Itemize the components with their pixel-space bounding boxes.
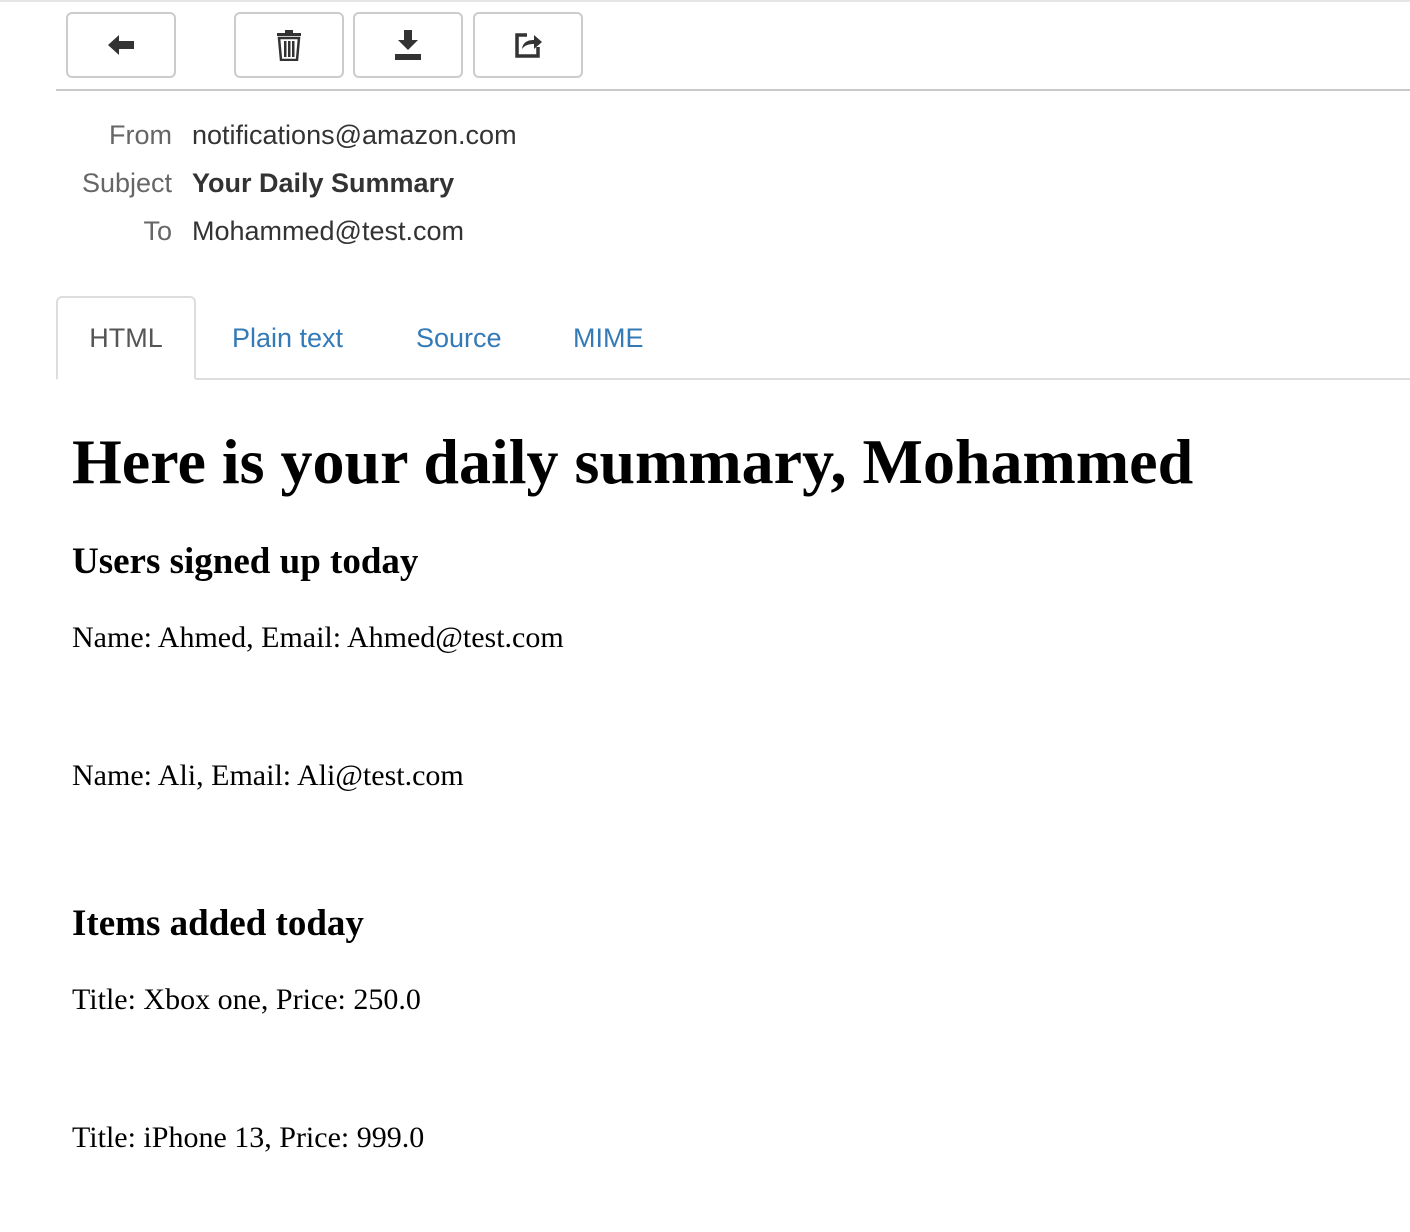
item-entry: Title: iPhone 13, Price: 999.0 <box>72 1121 425 1154</box>
user-entry: Name: Ali, Email: Ali@test.com <box>72 759 464 792</box>
forward-button[interactable] <box>473 12 583 78</box>
items-heading: Items added today <box>72 903 364 944</box>
message-body: Here is your daily summary, Mohammed Use… <box>72 412 1392 1154</box>
from-label: From <box>109 120 172 150</box>
subject-label: Subject <box>81 168 172 198</box>
from-value: notifications@amazon.com <box>192 120 517 150</box>
view-tabs: HTML Plain text Source MIME <box>0 296 1410 380</box>
users-heading: Users signed up today <box>72 541 419 582</box>
item-entry: Title: Xbox one, Price: 250.0 <box>72 983 421 1016</box>
tab-source[interactable]: Source <box>416 296 502 380</box>
tab-html[interactable]: HTML <box>56 296 196 380</box>
download-icon <box>395 30 421 60</box>
trash-icon <box>277 30 301 61</box>
download-button[interactable] <box>353 12 463 78</box>
user-entry: Name: Ahmed, Email: Ahmed@test.com <box>72 621 564 654</box>
subject-value: Your Daily Summary <box>192 168 455 198</box>
arrow-left-icon <box>108 35 134 55</box>
message-title: Here is your daily summary, Mohammed <box>72 426 1194 497</box>
tab-mime[interactable]: MIME <box>573 296 644 380</box>
toolbar-divider <box>56 89 1410 91</box>
message-toolbar <box>0 0 1410 92</box>
to-label: To <box>143 216 172 246</box>
delete-button[interactable] <box>234 12 344 78</box>
tab-plain-text[interactable]: Plain text <box>232 296 343 380</box>
back-button[interactable] <box>66 12 176 78</box>
share-icon <box>515 33 542 58</box>
to-value: Mohammed@test.com <box>192 216 464 246</box>
